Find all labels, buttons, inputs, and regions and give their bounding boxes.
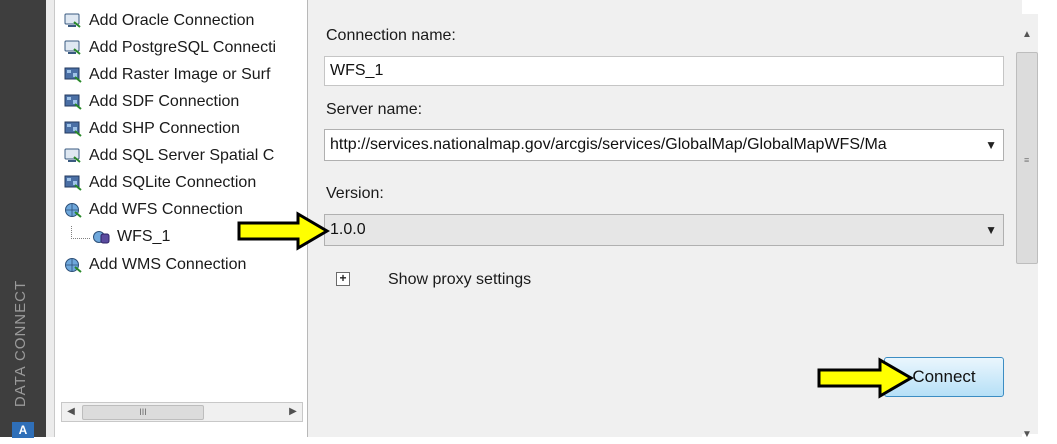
tree-connector-line — [71, 226, 90, 239]
tree-item-add-sqlserver[interactable]: Add SQL Server Spatial C — [63, 143, 274, 169]
scroll-down-icon[interactable]: ▼ — [1016, 426, 1038, 444]
autocad-logo-icon[interactable]: A — [12, 422, 34, 438]
scroll-right-icon[interactable]: ▶ — [284, 403, 302, 421]
server-name-label: Server name: — [326, 101, 423, 118]
proxy-settings-label[interactable]: Show proxy settings — [388, 271, 531, 289]
chevron-down-icon[interactable]: ▼ — [985, 215, 997, 245]
version-dropdown[interactable]: 1.0.0 ▼ — [324, 214, 1004, 246]
globe-connection-icon — [91, 228, 111, 246]
server-name-value: http://services.nationalmap.gov/arcgis/s… — [330, 136, 887, 153]
palette-sidebar-edge — [46, 0, 55, 437]
version-value: 1.0.0 — [330, 221, 366, 238]
raster-add-icon — [63, 174, 83, 192]
globe-add-icon — [63, 256, 83, 274]
tree-item-wfs-1[interactable]: WFS_1 — [91, 224, 170, 250]
form-vertical-scrollbar[interactable]: ▲ ≡ ▼ — [1016, 14, 1038, 440]
connection-add-icon — [63, 12, 83, 30]
tree-horizontal-scrollbar[interactable]: ◀ III ▶ — [61, 402, 303, 422]
version-label: Version: — [326, 185, 384, 202]
tree-item-add-sdf[interactable]: Add SDF Connection — [63, 89, 239, 115]
connection-form: Connection name: WFS_1 Server name: http… — [308, 0, 1022, 437]
palette-title: DATA CONNECT — [12, 279, 30, 407]
tree-item-add-postgresql[interactable]: Add PostgreSQL Connecti — [63, 35, 276, 61]
raster-add-icon — [63, 93, 83, 111]
vertical-scroll-thumb[interactable]: ≡ — [1016, 52, 1038, 264]
connection-add-icon — [63, 147, 83, 165]
arrow-to-version-icon — [237, 211, 330, 251]
raster-add-icon — [63, 66, 83, 84]
connection-name-label: Connection name: — [326, 27, 456, 44]
tree-item-add-wfs[interactable]: Add WFS Connection — [63, 197, 243, 223]
chevron-down-icon[interactable]: ▼ — [985, 130, 997, 160]
connection-name-field[interactable]: WFS_1 — [324, 56, 1004, 86]
server-name-combo[interactable]: http://services.nationalmap.gov/arcgis/s… — [324, 129, 1004, 161]
scroll-up-icon[interactable]: ▲ — [1016, 26, 1038, 44]
raster-add-icon — [63, 120, 83, 138]
tree-scroll-thumb[interactable]: III — [82, 405, 204, 420]
connection-add-icon — [63, 39, 83, 57]
tree-item-add-shp[interactable]: Add SHP Connection — [63, 116, 240, 142]
scroll-grip-icon: ≡ — [1024, 155, 1030, 165]
tree-item-add-raster[interactable]: Add Raster Image or Surf — [63, 62, 270, 88]
arrow-to-connect-icon — [817, 357, 914, 399]
expand-proxy-icon[interactable]: + — [336, 272, 350, 286]
globe-add-icon — [63, 201, 83, 219]
scroll-left-icon[interactable]: ◀ — [62, 403, 80, 421]
tree-item-add-oracle[interactable]: Add Oracle Connection — [63, 8, 254, 34]
tree-item-add-wms[interactable]: Add WMS Connection — [63, 252, 246, 278]
tree-item-add-sqlite[interactable]: Add SQLite Connection — [63, 170, 256, 196]
